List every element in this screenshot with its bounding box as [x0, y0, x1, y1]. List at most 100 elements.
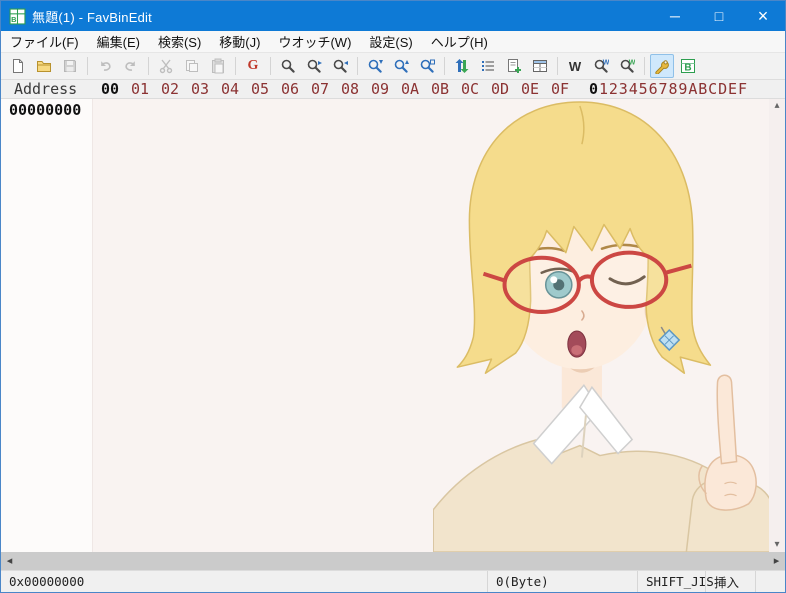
toolbar-find-prev[interactable]: [328, 54, 352, 78]
hex-offset-04: 04: [221, 80, 240, 98]
window-title: 無題(1) - FavBinEdit: [32, 9, 152, 25]
toolbar-separator: [235, 57, 236, 75]
search-up-icon: [394, 59, 409, 73]
hex-offset-0A: 0A: [401, 80, 420, 98]
hex-offset-0F: 0F: [551, 80, 570, 98]
search-next-icon: [307, 59, 322, 73]
cut-icon: [159, 59, 173, 74]
toolbar-separator: [87, 57, 88, 75]
search-prev-icon: [333, 59, 348, 73]
toolbar-cut[interactable]: [154, 54, 178, 78]
menu-file[interactable]: ファイル(F): [1, 31, 88, 52]
hex-offset-headers: 00 01 02 03 04 05 06 07 08 09 0A 0B 0C 0…: [101, 80, 581, 98]
toolbar-add-watch[interactable]: [502, 54, 526, 78]
toolbar-find-next[interactable]: [302, 54, 326, 78]
menu-move[interactable]: 移動(J): [210, 31, 269, 52]
hex-column-header: Address 00 01 02 03 04 05 06 07 08 09 0A…: [1, 80, 785, 99]
hex-offset-0C: 0C: [461, 80, 480, 98]
hex-offset-00: 00: [101, 80, 120, 98]
watch-window-icon: [533, 60, 547, 72]
new-file-icon: [13, 59, 23, 73]
scroll-up-icon[interactable]: ▴: [774, 99, 779, 113]
menu-search[interactable]: 検索(S): [149, 31, 210, 52]
menu-settings[interactable]: 設定(S): [360, 31, 421, 52]
binary-b-icon: B: [681, 59, 695, 74]
watch-search-next-icon: W: [620, 60, 635, 73]
toolbar-separator: [357, 57, 358, 75]
scroll-left-icon[interactable]: ◂: [1, 552, 18, 570]
hex-offset-08: 08: [341, 80, 360, 98]
minimize-button[interactable]: ─: [653, 1, 697, 31]
redo-icon: [125, 61, 135, 71]
hex-offset-09: 09: [371, 80, 390, 98]
toolbar-watch-find-next[interactable]: W: [615, 54, 639, 78]
toolbar-copy[interactable]: [180, 54, 204, 78]
toolbar-jump-address[interactable]: G: [241, 54, 265, 78]
toolbar-separator: [644, 57, 645, 75]
toolbar-paste[interactable]: [206, 54, 230, 78]
maximize-button[interactable]: □: [697, 1, 741, 31]
wrench-icon: [655, 60, 669, 74]
toolbar-search-up[interactable]: [389, 54, 413, 78]
toolbar-watch-window[interactable]: [528, 54, 552, 78]
toolbar-watch-find[interactable]: W: [589, 54, 613, 78]
menu-edit[interactable]: 編集(E): [88, 31, 149, 52]
toolbar-separator: [444, 57, 445, 75]
hex-offset-06: 06: [281, 80, 300, 98]
toolbar-find[interactable]: [276, 54, 300, 78]
scroll-down-icon[interactable]: ▾: [774, 538, 779, 552]
toolbar-swap-bytes[interactable]: [450, 54, 474, 78]
toolbar-watch[interactable]: W: [563, 54, 587, 78]
status-cursor-position: 0x00000000: [9, 574, 85, 589]
toolbar: G W W W B: [1, 53, 785, 80]
add-watch-icon: [508, 59, 521, 73]
hex-offset-07: 07: [311, 80, 330, 98]
ascii-active-column: 0: [589, 80, 599, 98]
watch-w-icon: W: [568, 58, 582, 74]
address-gutter: 00000000: [1, 99, 93, 552]
menu-bar: ファイル(F) 編集(E) 検索(S) 移動(J) ウオッチ(W) 設定(S) …: [1, 31, 785, 53]
row-address: 00000000: [9, 101, 82, 119]
close-button[interactable]: ×: [741, 1, 785, 31]
toolbar-undo[interactable]: [93, 54, 117, 78]
toolbar-binary-mode[interactable]: B: [676, 54, 700, 78]
toolbar-separator: [148, 57, 149, 75]
paste-icon: [212, 58, 224, 74]
app-icon: B: [9, 8, 26, 24]
open-folder-icon: [37, 61, 51, 72]
hex-editor-area[interactable]: 00000000 ▴ ▾: [1, 99, 785, 552]
toolbar-redo[interactable]: [119, 54, 143, 78]
status-encoding: SHIFT_JIS: [637, 571, 714, 592]
resize-grip[interactable]: [755, 571, 785, 592]
hex-offset-03: 03: [191, 80, 210, 98]
menu-help[interactable]: ヘルプ(H): [422, 31, 497, 52]
toolbar-separator: [557, 57, 558, 75]
search-icon: [281, 59, 295, 73]
ascii-column-header: 0123456789ABCDEF: [589, 80, 748, 98]
toolbar-separator: [270, 57, 271, 75]
svg-text:B: B: [11, 14, 17, 23]
scroll-right-icon[interactable]: ▸: [768, 552, 785, 570]
svg-text:W: W: [603, 60, 609, 67]
toolbar-search-select[interactable]: [415, 54, 439, 78]
vertical-scrollbar[interactable]: ▴ ▾: [769, 99, 785, 552]
save-icon: [64, 60, 76, 72]
toolbar-open-file[interactable]: [32, 54, 56, 78]
watch-search-icon: W: [594, 60, 609, 73]
horizontal-scrollbar[interactable]: ◂ ▸: [1, 552, 785, 570]
search-down-icon: [368, 59, 383, 73]
toolbar-save-file[interactable]: [58, 54, 82, 78]
menu-watch[interactable]: ウオッチ(W): [269, 31, 360, 52]
toolbar-new-file[interactable]: [6, 54, 30, 78]
hex-offset-0E: 0E: [521, 80, 540, 98]
swap-arrows-icon: [455, 59, 469, 73]
watch-list-icon: [482, 61, 494, 71]
title-bar: B 無題(1) - FavBinEdit ─ □ ×: [1, 1, 785, 31]
toolbar-search-down[interactable]: [363, 54, 387, 78]
toolbar-settings-wrench[interactable]: [650, 54, 674, 78]
horizontal-scrollbar-track[interactable]: [18, 552, 768, 570]
hex-offset-05: 05: [251, 80, 270, 98]
hex-offset-02: 02: [161, 80, 180, 98]
toolbar-watch-list[interactable]: [476, 54, 500, 78]
ascii-rest-columns: 123456789ABCDEF: [598, 80, 748, 98]
